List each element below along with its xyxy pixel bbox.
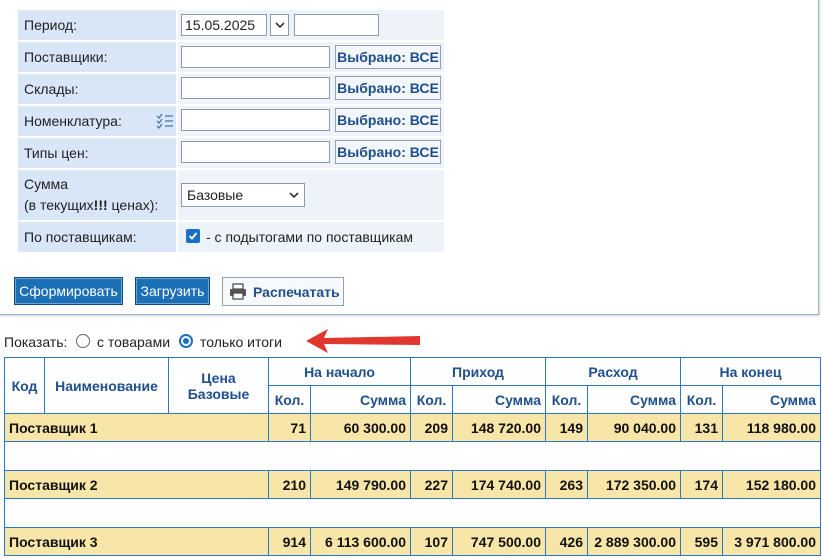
sub-sum-header: Сумма [310,385,411,414]
sum-label: Сумма (в текущих!!! ценах): [18,170,176,220]
price-types-select-button[interactable]: Выбрано: ВСЕ [335,140,441,164]
suppliers-label: Поставщики: [18,42,176,72]
col-expense-header: Расход [545,357,681,386]
supplier-row[interactable]: Поставщик 3 914 6 113 600.00 107 747 500… [4,527,821,556]
start-qty: 914 [268,527,311,556]
income-qty: 209 [410,413,453,442]
end-sum: 118 980.00 [722,413,821,442]
supplier-name: Поставщик 1 [4,413,269,442]
col-income-header: Приход [410,357,546,386]
sub-qty-header: Кол. [680,385,723,414]
chevron-down-icon [289,191,299,198]
end-qty: 595 [680,527,723,556]
expense-qty: 426 [545,527,588,556]
end-sum: 3 971 800.00 [722,527,821,556]
nomenclature-input[interactable] [181,109,330,131]
period-to-input[interactable] [294,14,379,36]
report-table: Код Наименование Цена Базовые На начало П… [4,357,821,556]
expense-sum: 172 350.00 [587,470,681,499]
form-report-button[interactable]: Сформировать [14,277,123,305]
warehouses-label: Склады: [18,74,176,104]
nomenclature-label: Номенклатура: [18,106,176,136]
income-sum: 747 500.00 [452,527,546,556]
price-types-input[interactable] [181,141,330,163]
period-from-input[interactable] [181,14,267,36]
red-arrow-icon [306,329,420,353]
col-end-header: На конец [680,357,821,386]
supplier-row[interactable]: Поставщик 2 210 149 790.00 227 174 740.0… [4,470,821,499]
warehouses-input[interactable] [181,77,330,99]
start-sum: 6 113 600.00 [310,527,411,556]
col-start-header: На начало [268,357,411,386]
subtotals-checkbox-label: - с подытогами по поставщикам [206,229,413,245]
expense-qty: 263 [545,470,588,499]
col-price-header: Цена Базовые [168,357,269,414]
sub-sum-header: Сумма [452,385,546,414]
income-sum: 174 740.00 [452,470,546,499]
check-icon [188,232,198,240]
supplier-name: Поставщик 3 [4,527,269,556]
end-qty: 131 [680,413,723,442]
chevron-down-icon [274,21,285,28]
by-supplier-label: По поставщикам: [18,222,176,252]
tree-list-icon[interactable] [156,112,174,130]
start-sum: 149 790.00 [310,470,411,499]
expense-sum: 90 040.00 [587,413,681,442]
start-qty: 71 [268,413,311,442]
start-sum: 60 300.00 [310,413,411,442]
price-basis-select[interactable]: Базовые [181,183,305,207]
spacer-row [4,441,821,471]
radio-totals-only[interactable] [179,334,193,348]
col-name-header: Наименование [44,357,169,414]
radio-with-goods[interactable] [76,334,90,348]
subtotals-checkbox[interactable] [186,229,200,243]
sub-qty-header: Кол. [410,385,453,414]
warehouses-select-button[interactable]: Выбрано: ВСЕ [335,76,441,100]
show-label: Показать: [4,334,68,350]
expense-sum: 2 889 300.00 [587,527,681,556]
income-qty: 107 [410,527,453,556]
sub-qty-header: Кол. [545,385,588,414]
price-types-label: Типы цен: [18,138,176,168]
sub-qty-header: Кол. [268,385,311,414]
radio-with-goods-label: с товарами [97,334,171,350]
end-sum: 152 180.00 [722,470,821,499]
sub-sum-header: Сумма [587,385,681,414]
nomenclature-select-button[interactable]: Выбрано: ВСЕ [335,108,441,132]
period-label: Период: [18,10,176,40]
suppliers-select-button[interactable]: Выбрано: ВСЕ [335,45,441,69]
spacer-row [4,498,821,528]
income-sum: 148 720.00 [452,413,546,442]
load-button[interactable]: Загрузить [135,277,210,305]
supplier-name: Поставщик 2 [4,470,269,499]
period-dropdown-button[interactable] [270,14,289,36]
col-code-header: Код [4,357,45,414]
income-qty: 227 [410,470,453,499]
radio-totals-only-label: только итоги [200,334,282,350]
suppliers-input[interactable] [181,46,330,68]
sub-sum-header: Сумма [722,385,821,414]
print-button[interactable]: Распечатать [222,277,344,306]
start-qty: 210 [268,470,311,499]
supplier-row[interactable]: Поставщик 1 71 60 300.00 209 148 720.00 … [4,413,821,442]
printer-icon [230,283,246,300]
expense-qty: 149 [545,413,588,442]
end-qty: 174 [680,470,723,499]
